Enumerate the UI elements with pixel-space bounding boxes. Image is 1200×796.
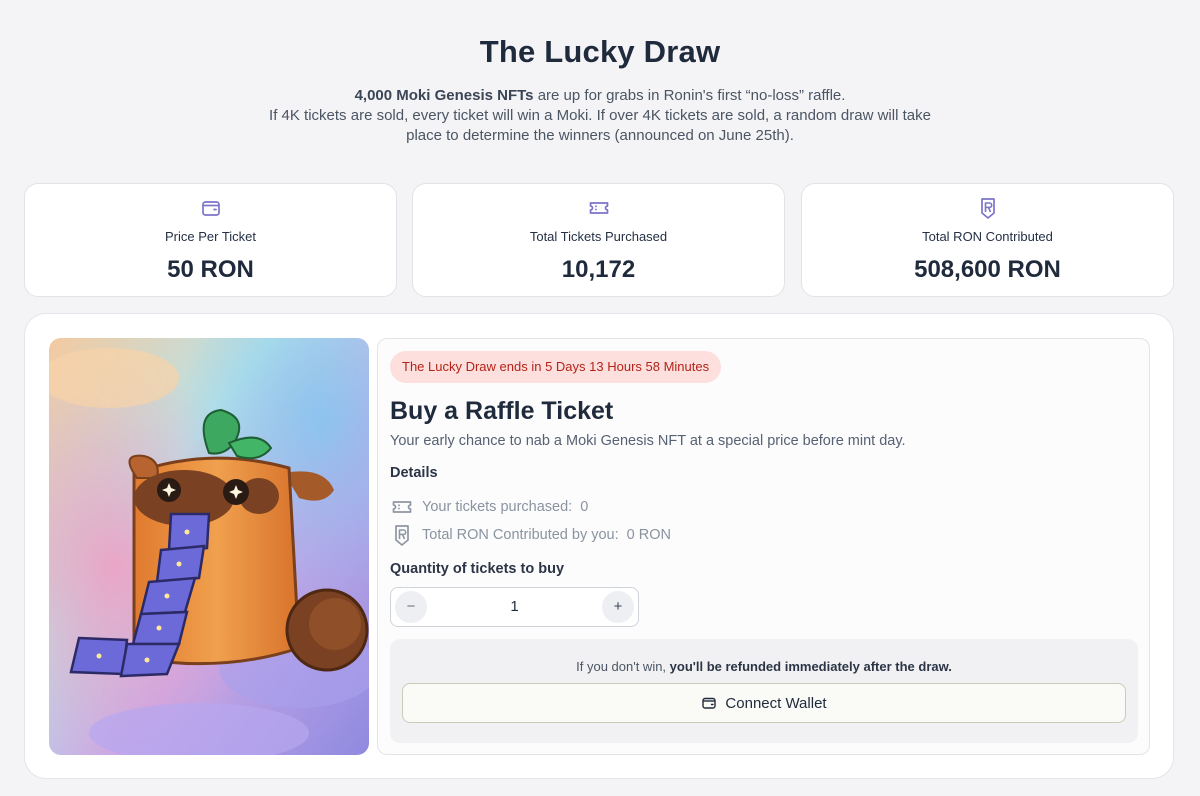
intro-highlight: 4,000 Moki Genesis NFTs [354,87,534,104]
decrement-button[interactable]: − [395,591,427,623]
connect-section: If you don't win, you'll be refunded imm… [390,639,1138,743]
detail-value: 0 RON [626,527,671,543]
increment-button[interactable]: + [602,591,634,623]
countdown-prefix: The Lucky Draw ends in [402,359,542,374]
intro-line-2: If 4K tickets are sold, every ticket wil… [269,107,931,124]
moki-artwork [49,338,369,755]
ronin-shield-icon [980,198,995,219]
intro-line-3: place to determine the winners (announce… [406,127,794,144]
raffle-panel: The Lucky Draw ends in 5 Days 13 Hours 5… [24,313,1174,779]
connect-wallet-button[interactable]: Connect Wallet [402,683,1126,723]
refund-emphasis: you'll be refunded immediately after the… [669,659,952,674]
stat-price-per-ticket: Price Per Ticket 50 RON [24,183,397,297]
header: The Lucky Draw 4,000 Moki Genesis NFTs a… [0,34,1200,146]
detail-tickets-purchased: Your tickets purchased: 0 [390,495,588,519]
refund-note: If you don't win, you'll be refunded imm… [390,659,1138,674]
quantity-input[interactable]: 1 [431,588,598,626]
ticket-icon [589,202,608,214]
detail-label: Total RON Contributed by you: [422,527,619,543]
intro-text: 4,000 Moki Genesis NFTs are up for grabs… [0,86,1200,146]
quantity-heading: Quantity of tickets to buy [390,561,565,577]
countdown-badge: The Lucky Draw ends in 5 Days 13 Hours 5… [390,351,722,383]
stats-row: Price Per Ticket 50 RON Total Tickets Pu… [24,183,1174,297]
stat-total-ron: Total RON Contributed 508,600 RON [801,183,1174,297]
detail-label: Your tickets purchased: [422,499,573,515]
page: The Lucky Draw 4,000 Moki Genesis NFTs a… [0,0,1200,796]
stat-value: 508,600 RON [914,256,1061,283]
stat-label: Total RON Contributed [922,229,1053,244]
buy-ticket-title: Buy a Raffle Ticket [390,397,614,425]
refund-prefix: If you don't win, [576,659,670,674]
stat-label: Price Per Ticket [164,229,257,244]
quantity-stepper[interactable]: − 1 + [390,587,639,627]
ronin-shield-icon [395,525,409,546]
connect-wallet-label: Connect Wallet [725,694,827,712]
detail-value: 0 [580,499,589,515]
intro-line-1: are up for grabs in Ronin's first “no-lo… [533,87,846,104]
buy-ticket-card: The Lucky Draw ends in 5 Days 13 Hours 5… [377,338,1150,755]
stat-total-tickets: Total Tickets Purchased 10,172 [412,183,785,297]
wallet-icon [702,697,717,709]
buy-ticket-subtitle: Your early chance to nab a Moki Genesis … [390,433,906,449]
stat-value: 50 RON [167,256,254,283]
wallet-icon [201,201,220,216]
detail-ron-contributed: Total RON Contributed by you: 0 RON [390,523,671,547]
details-heading: Details [390,465,438,481]
moki-illustration [49,338,369,755]
stat-value: 10,172 [561,256,636,283]
stat-label: Total Tickets Purchased [529,229,668,244]
countdown-time: 5 Days 13 Hours 58 Minutes [545,359,710,374]
ticket-icon [392,501,412,513]
page-title: The Lucky Draw [479,34,721,69]
